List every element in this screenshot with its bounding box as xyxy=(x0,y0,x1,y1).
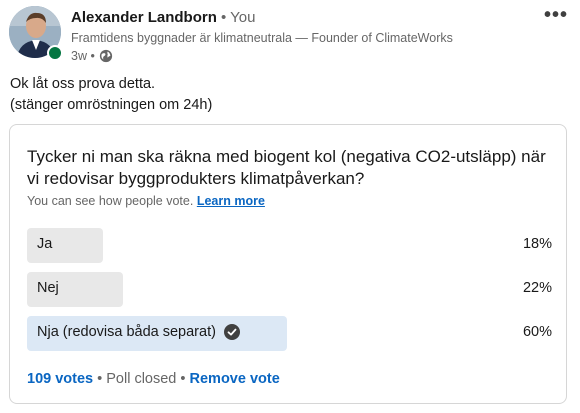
poll-option-label: Nej xyxy=(37,280,59,296)
poll-option[interactable]: Nej 22% xyxy=(27,272,552,307)
post-time: 3w • xyxy=(71,49,95,63)
author-line: Alexander Landborn • You xyxy=(71,9,256,26)
poll-visibility-note: You can see how people vote. Learn more xyxy=(27,194,265,208)
poll-option-text: Nej xyxy=(37,280,59,296)
checkmark-icon xyxy=(223,324,240,340)
post-meta: 3w • xyxy=(71,49,113,63)
post-body: Ok låt oss prova detta. (stänger omröstn… xyxy=(10,74,212,116)
post-text-line: Ok låt oss prova detta. xyxy=(10,76,156,92)
poll-option-percent: 18% xyxy=(522,236,552,252)
post-text-line: (stänger omröstningen om 24h) xyxy=(10,97,213,113)
poll-option[interactable]: Ja 18% xyxy=(27,228,552,263)
poll-card: Tycker ni man ska räkna med biogent kol … xyxy=(9,124,567,404)
remove-vote-button[interactable]: Remove vote xyxy=(190,371,280,387)
separator: • xyxy=(176,371,190,387)
poll-option-percent: 60% xyxy=(522,324,552,340)
visibility-text: You can see how people vote. xyxy=(27,194,194,208)
votes-count-link[interactable]: 109 votes xyxy=(27,371,93,387)
more-options-icon[interactable]: ••• xyxy=(544,4,568,27)
poll-option-selected[interactable]: Nja (redovisa båda separat) 60% xyxy=(27,316,552,351)
poll-option-percent: 22% xyxy=(522,280,552,296)
poll-option-text: Ja xyxy=(37,236,53,252)
poll-footer: 109 votes • Poll closed • Remove vote xyxy=(27,371,280,387)
poll-status: Poll closed xyxy=(106,371,177,387)
poll-option-label: Ja xyxy=(37,236,52,252)
online-status-indicator xyxy=(47,45,63,61)
author-name[interactable]: Alexander Landborn xyxy=(71,9,217,26)
poll-option-text: Nja (redovisa båda separat) xyxy=(37,324,216,340)
poll-question: Tycker ni man ska räkna med biogent kol … xyxy=(27,147,546,188)
learn-more-link[interactable]: Learn more xyxy=(197,194,265,208)
globe-icon xyxy=(99,49,113,63)
separator: • xyxy=(93,371,107,387)
author-relation: • You xyxy=(216,9,256,26)
poll-option-label: Nja (redovisa båda separat) xyxy=(37,324,240,340)
author-headline: Framtidens byggnader är klimatneutrala —… xyxy=(71,31,453,45)
